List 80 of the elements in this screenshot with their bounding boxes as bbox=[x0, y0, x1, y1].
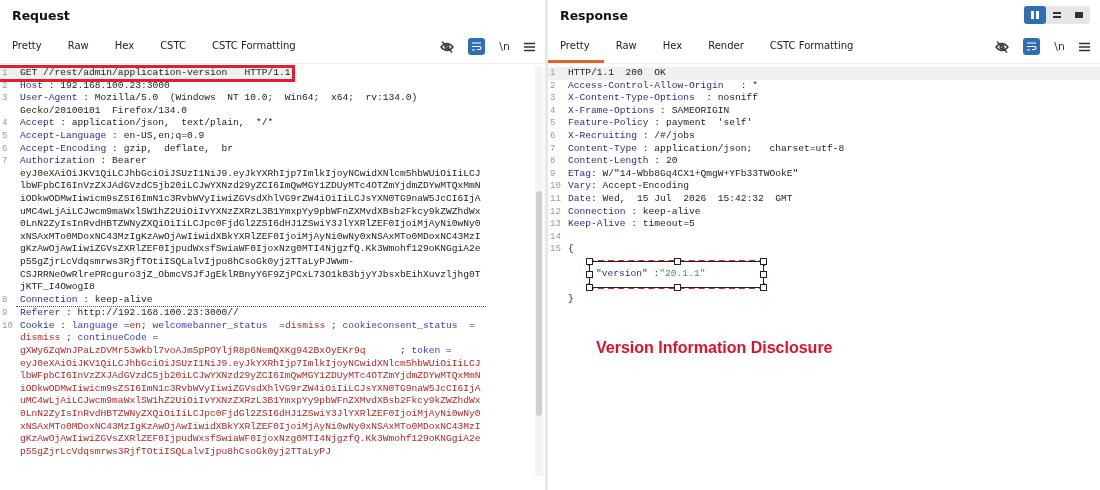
line-number: 7 bbox=[549, 142, 557, 156]
line-number: 11 bbox=[549, 192, 562, 206]
code-line: Host : 192.168.100.23:3000 bbox=[19, 79, 171, 93]
line-number: 6 bbox=[1, 142, 9, 156]
code-line: Accept-Language : en-US,en;q=0.9 bbox=[19, 129, 206, 143]
code-line: { bbox=[567, 243, 575, 256]
code-line: GET //rest/admin/application-version HTTP/1.1 bbox=[19, 67, 291, 80]
code-line: X-Frame-Options : SAMEORIGIN bbox=[567, 104, 731, 118]
code-line: Date: Wed, 15 Jul 2026 15:42:32 GMT bbox=[567, 192, 794, 206]
code-line: X-Content-Type-Options : nosniff bbox=[567, 92, 759, 105]
code-line: Cookie : language =en; welcomebanner_status =dismiss ; cookieconsent_status = dismiss ; continueCode = gXWy6ZqWnJPaLzDVMr53wkbl7voAJmSpPOYljR8p6NemQXKg942BxOyEKr9q ; token = eyJ0eXAiOiJKV1QiLCJhbGciOiJSUzI1NiJ9.eyJkYXRhIjp7ImlkIjoyNCwidXNlcm5hbWUiOiIiLCJlbWFpbCI6InVzZXJAdGVzdC5jb20iLCJwYXNzd29yZCI6ImQwMGY1ZDUyMTc4OTZmYjdmZDYwMTQxMmNiODkwODMwIiwicm9sZSI6ImN1c3RvbWVyIiwiZGVsdXhlVG9rZW4iOiIiLCJsYXN0TG9naW5JcCI6IjAuMC4wLjAiLCJwcm9maWxlSW1hZ2UiOiIvYXNzZXRzL3B1YmxpYy9pbWFnZXMvdXBsb2Fkcy9kZWZhdWx0LnN2ZyIsInRvdHBTZWNyZXQiOiIiLCJpc0FjdGl2ZSI6dHJ1ZSwiY3JlYXRlZEF0IjoiMjAyNi0wNy0xNSAxMTo0MDoxNC43MzIgKzAwOjAwIiwidXBkYXRlZEF0IjoiMjAyNi0wNy0xNSAxMTo0MDoxNC43MzIgKzAwOjAwIiwiZGVsZXRlZEF0IjpudWxsfSwiaWF0IjoxNzg0MTI4NjgzfQ.Kk3Wmohf129oKNGgiA2ep55gZjrLcVdqsmrws3RjfTOtiISQLalvIjpu8hCsoGk0yj2TTaLyPJ bbox=[19, 319, 482, 459]
code-line: Connection : keep-alive bbox=[16, 293, 486, 308]
single-panel-icon bbox=[1074, 10, 1084, 20]
line-number: 9 bbox=[1, 307, 9, 320]
newline-toggle[interactable]: \n bbox=[1054, 40, 1065, 53]
tab[interactable]: Pretty bbox=[548, 30, 604, 63]
line-number: 10 bbox=[549, 180, 562, 193]
tab[interactable]: CSTC Formatting bbox=[200, 30, 310, 63]
wrap-icon bbox=[471, 41, 483, 52]
line-number: 14 bbox=[549, 230, 562, 244]
two-rows-icon bbox=[1052, 10, 1062, 20]
two-columns-icon bbox=[1030, 10, 1040, 20]
tab[interactable]: Hex bbox=[650, 30, 697, 63]
code-line: "version" :"20.1.1" bbox=[595, 267, 706, 279]
wrap-button[interactable] bbox=[1023, 38, 1041, 55]
code-line: X-Recruiting : /#/jobs bbox=[567, 129, 696, 143]
code-line: User-Agent : Mozilla/5.0 (Windows NT 10.0; Win64; x64; rv:134.0) Gecko/20100101 Firefox/134.0 bbox=[19, 92, 419, 118]
line-number: 8 bbox=[1, 293, 9, 307]
code-line: Feature-Policy : payment 'self' bbox=[567, 117, 754, 130]
wrap-button[interactable] bbox=[468, 38, 486, 55]
code-line: HTTP/1.1 200 OK bbox=[567, 67, 667, 80]
line-number: 8 bbox=[549, 155, 557, 168]
tab[interactable]: Render bbox=[696, 30, 758, 63]
line-number: 4 bbox=[549, 104, 557, 118]
line-number: 3 bbox=[1, 92, 9, 106]
code-line: Vary: Accept-Encoding bbox=[567, 180, 690, 193]
menu-icon[interactable] bbox=[1079, 41, 1090, 52]
code-line: Keep-Alive : timeout=5 bbox=[567, 218, 696, 231]
menu-icon[interactable] bbox=[524, 41, 535, 52]
code-line: Authorization : Bearer eyJ0eXAiOiJKV1QiLCJhbGciOiJSUzI1NiJ9.eyJkYXRhIjp7ImlkIjoyNCwidXNlcm5hbWUiOiIiLCJlbWFpbCI6InVzZXJAdGVzdC5jb20iLCJwYXNzd29yZCI6ImQwMGY1ZDUyMTc4OTZmYjdmZDYwMTQxMmNiODkwODMwIiwicm9sZSI6ImN1c3RvbWVyIiwiZGVsdXhlVG9rZW4iOiIiLCJsYXN0TG9naW5JcCI6IjAuMC4wLjAiLCJwcm9maWxlSW1hZ2UiOiIvYXNzZXRzL3B1YmxpYy9pbWFnZXMvdXBsb2Fkcy9kZWZhdWx0LnN2ZyIsInRvdHBTZWNyZXQiOiIiLCJpc0FjdGl2ZSI6dHJ1ZSwiY3JlYXRlZEF0IjoiMjAyNi0wNy0xNSAxMTo0MDoxNC43MzIgKzAwOjAwIiwidXBkYXRlZEF0IjoiMjAyNi0wNy0xNSAxMTo0MDoxNC43MzIgKzAwOjAwIiwiZGVsZXRlZEF0IjpudWxsfSwiaWF0IjoxNzg0MTI4NjgzfQ.Kk3Wmohf129oKNGgiA2ep55gZjrLcVdqsmrws3RjfTOtiISQLalvIjpu8hCsoGk0yj2TTaLyPJWwm-CSJRRNeOwRlrePRcguro3jZ_ObmcVSJfJgEklRBnyY6F9ZjPCxL73O1kB3bjyYJbsxbEihXuvzljhg0TjKTF_I4OwogI8 bbox=[19, 155, 482, 294]
panel-title: Request bbox=[12, 7, 70, 23]
line-number: 2 bbox=[1, 79, 9, 93]
code-line: Accept-Encoding : gzip, deflate, br bbox=[19, 142, 235, 156]
line-number: 2 bbox=[549, 79, 557, 93]
tab[interactable]: Raw bbox=[55, 30, 103, 63]
selection-box[interactable] bbox=[588, 259, 766, 289]
line-number: 13 bbox=[549, 218, 562, 231]
hide-icon[interactable] bbox=[995, 39, 1010, 54]
scrollbar[interactable] bbox=[535, 66, 543, 476]
line-number: 4 bbox=[1, 117, 9, 130]
annotation-caption: Version Information Disclosure bbox=[596, 339, 834, 358]
code-line: Referer : http://192.168.100.23:3000// bbox=[19, 307, 240, 320]
code-line: ETag: W/"14-Wbb8Gq4CX1+QmgW+YFb33TWOokE" bbox=[567, 167, 800, 181]
tab[interactable]: CSTC bbox=[148, 30, 200, 63]
panel-title: Response bbox=[560, 7, 628, 23]
tab[interactable]: Hex bbox=[102, 30, 149, 63]
layout-button[interactable] bbox=[1024, 6, 1046, 24]
line-number: 1 bbox=[1, 67, 9, 80]
line-number: 9 bbox=[549, 167, 557, 181]
line-number: 7 bbox=[1, 155, 9, 169]
hide-icon[interactable] bbox=[440, 39, 455, 54]
tab[interactable]: CSTC Formatting bbox=[757, 30, 868, 63]
code-line: Accept : application/json, text/plain, */* bbox=[19, 117, 275, 130]
newline-toggle[interactable]: \n bbox=[499, 40, 510, 53]
line-number: 5 bbox=[549, 117, 557, 130]
tab[interactable]: Pretty bbox=[0, 30, 56, 63]
code-line: Connection : keep-alive bbox=[567, 205, 702, 219]
code-line: Access-Control-Allow-Origin : * bbox=[567, 79, 759, 93]
line-number: 3 bbox=[549, 92, 557, 105]
line-number: 6 bbox=[549, 129, 557, 143]
line-number: 10 bbox=[1, 319, 14, 333]
code-line: Content-Length : 20 bbox=[567, 155, 679, 168]
line-number: 1 bbox=[549, 67, 557, 80]
line-number: 15 bbox=[549, 243, 562, 256]
tab[interactable]: Raw bbox=[603, 30, 651, 63]
code-line: } bbox=[567, 292, 575, 306]
line-number: 12 bbox=[549, 205, 562, 219]
code-line: Content-Type : application/json; charset=utf-8 bbox=[567, 142, 846, 156]
line-number: 5 bbox=[1, 129, 9, 143]
wrap-icon bbox=[1026, 41, 1038, 52]
